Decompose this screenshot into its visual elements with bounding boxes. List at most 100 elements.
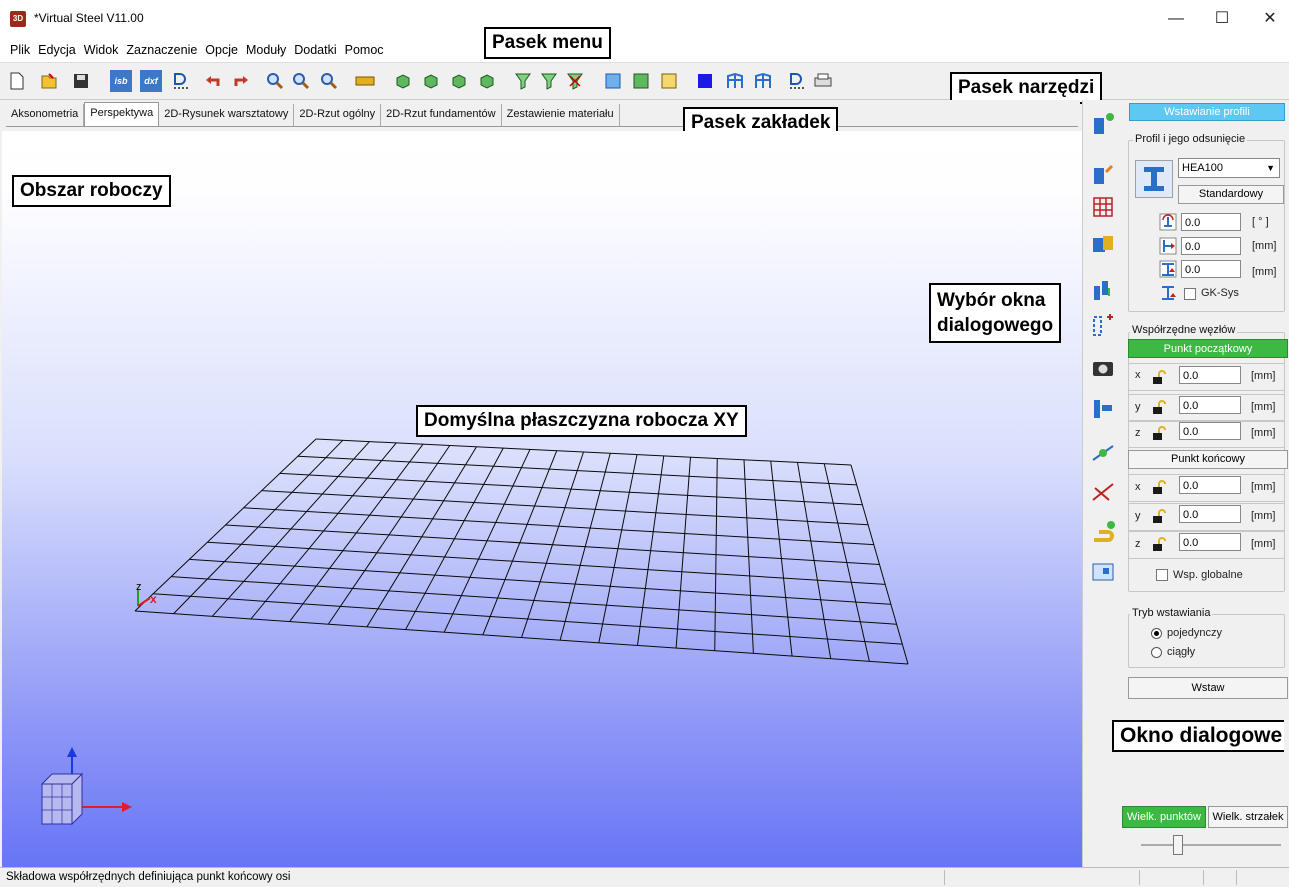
lock-icon[interactable] [1151, 479, 1169, 495]
end-point-header[interactable]: Punkt końcowy [1128, 450, 1288, 469]
menu-zaznaczenie[interactable]: Zaznaczenie [122, 38, 201, 62]
profile-select[interactable]: HEA100 ▼ [1178, 158, 1280, 178]
xy-grid-plane [134, 438, 909, 665]
menu-opcje[interactable]: Opcje [201, 38, 242, 62]
mode-group-title: Tryb wstawiania [1130, 607, 1213, 619]
offset2-unit: [mm] [1252, 266, 1277, 278]
start-x-field[interactable]: 0.0 [1179, 366, 1241, 384]
align-icon[interactable] [1091, 397, 1115, 421]
start-y-field[interactable]: 0.0 [1179, 396, 1241, 414]
end-z-field[interactable]: 0.0 [1179, 533, 1241, 551]
view-front-icon[interactable] [420, 70, 442, 92]
end-y-field[interactable]: 0.0 [1179, 505, 1241, 523]
menu-pomoc[interactable]: Pomoc [341, 38, 388, 62]
print-preview-icon[interactable] [170, 70, 192, 92]
save-icon[interactable] [70, 70, 92, 92]
grid-line [243, 507, 874, 546]
tab-perspektywa[interactable]: Perspektywa [84, 102, 160, 126]
filter-remove-icon[interactable] [564, 70, 586, 92]
end-x-field[interactable]: 0.0 [1179, 476, 1241, 494]
tab-2d-rysunek-warsztatowy[interactable]: 2D-Rysunek warsztatowy [159, 104, 295, 126]
color-icon[interactable] [694, 70, 716, 92]
view-side-icon[interactable] [448, 70, 470, 92]
rotation-field[interactable]: 0.0 [1181, 213, 1241, 231]
size-slider-track[interactable] [1141, 844, 1281, 846]
lock-icon[interactable] [1151, 508, 1169, 524]
size-slider-thumb[interactable] [1173, 835, 1183, 855]
isb-export-icon[interactable]: isb [110, 70, 132, 92]
menu-plik[interactable]: Plik [6, 38, 34, 62]
tab-zestawienie-materialu[interactable]: Zestawienie materiału [502, 104, 620, 126]
info-panel-icon[interactable] [1091, 560, 1115, 584]
printer-settings-icon[interactable] [812, 70, 834, 92]
profile-shape-icon[interactable] [1135, 160, 1173, 198]
workspace-3d-view[interactable]: z x [2, 131, 1082, 867]
gk-sys-checkbox[interactable] [1184, 288, 1196, 300]
menu-edycja[interactable]: Edycja [34, 38, 80, 62]
view-cube-icon[interactable] [27, 739, 137, 849]
start-z-field[interactable]: 0.0 [1179, 422, 1241, 440]
gk-sys-label: GK-Sys [1201, 287, 1239, 299]
zoom-out-icon[interactable] [290, 70, 312, 92]
axis-label-x: x [150, 592, 157, 606]
bend-icon[interactable] [1091, 520, 1115, 544]
axis-label-z: z [136, 581, 142, 593]
print-icon[interactable] [786, 70, 808, 92]
offset-horizontal-icon [1159, 237, 1177, 255]
structure-edit-icon[interactable] [752, 70, 774, 92]
arrow-size-button[interactable]: Wielk. strzałek [1208, 806, 1288, 828]
new-file-icon[interactable] [6, 70, 28, 92]
tab-aksonometria[interactable]: Aksonometria [6, 104, 85, 126]
minimize-button[interactable]: — [1156, 4, 1196, 34]
maximize-button[interactable]: ☐ [1202, 4, 1242, 34]
start-x-unit: [mm] [1251, 370, 1276, 382]
offset1-field[interactable]: 0.0 [1181, 237, 1241, 255]
lock-icon[interactable] [1151, 536, 1169, 552]
split-icon[interactable] [1091, 313, 1115, 337]
zoom-all-icon[interactable] [318, 70, 340, 92]
camera-icon[interactable] [1091, 355, 1115, 379]
plate-icon[interactable] [1091, 232, 1115, 256]
lock-icon[interactable] [1151, 399, 1169, 415]
menu-bar: Plik Edycja Widok Zaznaczenie Opcje Moduły Dod… [0, 38, 1289, 62]
filter-icon[interactable] [512, 70, 534, 92]
lock-icon[interactable] [1151, 369, 1169, 385]
tab-2d-rzut-fundamentow[interactable]: 2D-Rzut fundamentów [381, 104, 502, 126]
insert-button[interactable]: Wstaw [1128, 677, 1288, 699]
table-icon[interactable] [602, 70, 624, 92]
list-icon[interactable] [630, 70, 652, 92]
redo-icon[interactable] [230, 70, 252, 92]
connection-icon[interactable] [1091, 278, 1115, 302]
open-file-icon[interactable] [38, 70, 60, 92]
grid-line [225, 524, 880, 565]
standard-button[interactable]: Standardowy [1178, 185, 1284, 204]
intersect-icon[interactable] [1091, 480, 1115, 504]
offset2-field[interactable]: 0.0 [1181, 260, 1241, 278]
undo-icon[interactable] [202, 70, 224, 92]
structure-icon[interactable] [724, 70, 746, 92]
dxf-export-icon[interactable]: dxf [140, 70, 162, 92]
start-point-header[interactable]: Punkt początkowy [1128, 339, 1288, 358]
node-line-icon[interactable] [1091, 440, 1115, 464]
measure-icon[interactable] [354, 70, 376, 92]
mode-continuous-radio[interactable] [1151, 647, 1162, 658]
menu-dodatki[interactable]: Dodatki [290, 38, 340, 62]
mode-single-radio[interactable] [1151, 628, 1162, 639]
view-top-icon[interactable] [476, 70, 498, 92]
view-iso-icon[interactable] [392, 70, 414, 92]
menu-moduly[interactable]: Moduły [242, 38, 290, 62]
filter-add-icon[interactable] [538, 70, 560, 92]
zoom-in-icon[interactable] [264, 70, 286, 92]
chevron-down-icon: ▼ [1266, 163, 1275, 173]
menu-widok[interactable]: Widok [80, 38, 123, 62]
tab-2d-rzut-ogolny[interactable]: 2D-Rzut ogólny [294, 104, 382, 126]
point-size-button[interactable]: Wielk. punktów [1122, 806, 1206, 828]
grid-line [189, 558, 891, 605]
insert-profile-icon[interactable] [1091, 112, 1115, 136]
close-button[interactable]: ✕ [1250, 4, 1289, 34]
global-coords-checkbox[interactable] [1156, 569, 1168, 581]
report-icon[interactable] [658, 70, 680, 92]
grid-icon[interactable] [1091, 195, 1115, 219]
lock-icon[interactable] [1151, 425, 1169, 441]
edit-profile-icon[interactable] [1091, 162, 1115, 186]
